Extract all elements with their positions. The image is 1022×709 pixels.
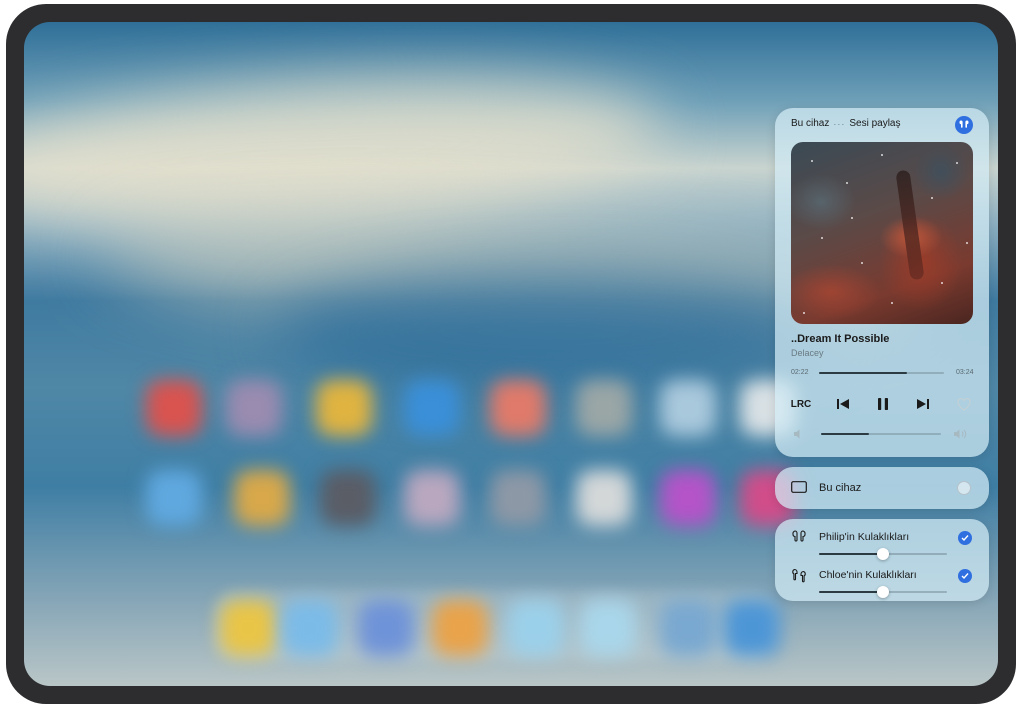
dock-app-icon (660, 600, 716, 656)
earbuds-pro-icon (792, 568, 806, 583)
slider-knob[interactable] (877, 548, 889, 560)
app-icon (234, 470, 290, 526)
output-device-this[interactable]: Bu cihaz (775, 467, 989, 509)
slider-knob[interactable] (877, 586, 889, 598)
next-track-icon[interactable] (913, 391, 933, 417)
check-icon[interactable] (958, 531, 972, 545)
lyrics-button[interactable]: LRC (789, 391, 813, 417)
heart-icon[interactable] (953, 391, 975, 417)
total-time: 03:24 (956, 369, 974, 376)
app-icon (226, 380, 282, 436)
app-icon (404, 380, 460, 436)
headphone-label: Chloe'nin Kulaklıkları (819, 569, 917, 581)
source-label[interactable]: Bu cihaz (791, 118, 829, 129)
headphone-row[interactable]: Philip'in Kulaklıkları (775, 523, 989, 561)
headphone-row[interactable]: Chloe'nin Kulaklıkları (775, 561, 989, 599)
volume-slider[interactable] (821, 433, 941, 435)
output-device-label: Bu cihaz (819, 482, 862, 494)
app-icon (576, 470, 632, 526)
headphones-list: Philip'in Kulaklıkları Chloe'nin Kulaklı… (775, 519, 989, 601)
headphone-volume-slider[interactable] (819, 586, 947, 598)
album-art (791, 142, 973, 324)
previous-track-icon[interactable] (833, 391, 853, 417)
app-icon (490, 470, 546, 526)
app-icon (404, 470, 460, 526)
dock-app-icon (358, 600, 414, 656)
share-audio-label[interactable]: Sesi paylaş (849, 118, 900, 129)
app-icon (660, 380, 716, 436)
audio-route-header: Bu cihaz ··· Sesi paylaş (791, 118, 901, 129)
app-icon (576, 380, 632, 436)
separator: ··· (833, 118, 846, 129)
headphone-volume-slider[interactable] (819, 548, 947, 560)
volume-control (793, 428, 973, 440)
app-icon (316, 380, 372, 436)
playback-controls: LRC (789, 391, 975, 417)
dock-app-icon (580, 600, 636, 656)
dock-app-icon (282, 600, 338, 656)
app-icon (146, 380, 202, 436)
dock-app-icon (724, 600, 780, 656)
app-icon (146, 470, 202, 526)
elapsed-time: 02:22 (791, 369, 809, 376)
app-icon (320, 470, 376, 526)
tablet-icon (791, 481, 807, 493)
app-icon (490, 380, 546, 436)
earbuds-icon (792, 530, 806, 542)
device-radio[interactable] (957, 481, 971, 495)
pause-icon[interactable] (871, 391, 895, 417)
headphone-label: Philip'in Kulaklıkları (819, 531, 910, 543)
artist-name: Delacey (791, 348, 824, 358)
earbuds-icon[interactable] (955, 116, 973, 134)
dock-app-icon (220, 600, 276, 656)
progress-bar[interactable] (819, 372, 944, 374)
check-icon[interactable] (958, 569, 972, 583)
app-icon (660, 470, 716, 526)
volume-high-icon (954, 429, 967, 439)
media-player-card: Bu cihaz ··· Sesi paylaş ..Dream It Poss… (775, 108, 989, 457)
dock-app-icon (432, 600, 488, 656)
song-title: ..Dream It Possible (791, 333, 890, 345)
dock-app-icon (508, 600, 564, 656)
volume-low-icon (794, 429, 800, 439)
